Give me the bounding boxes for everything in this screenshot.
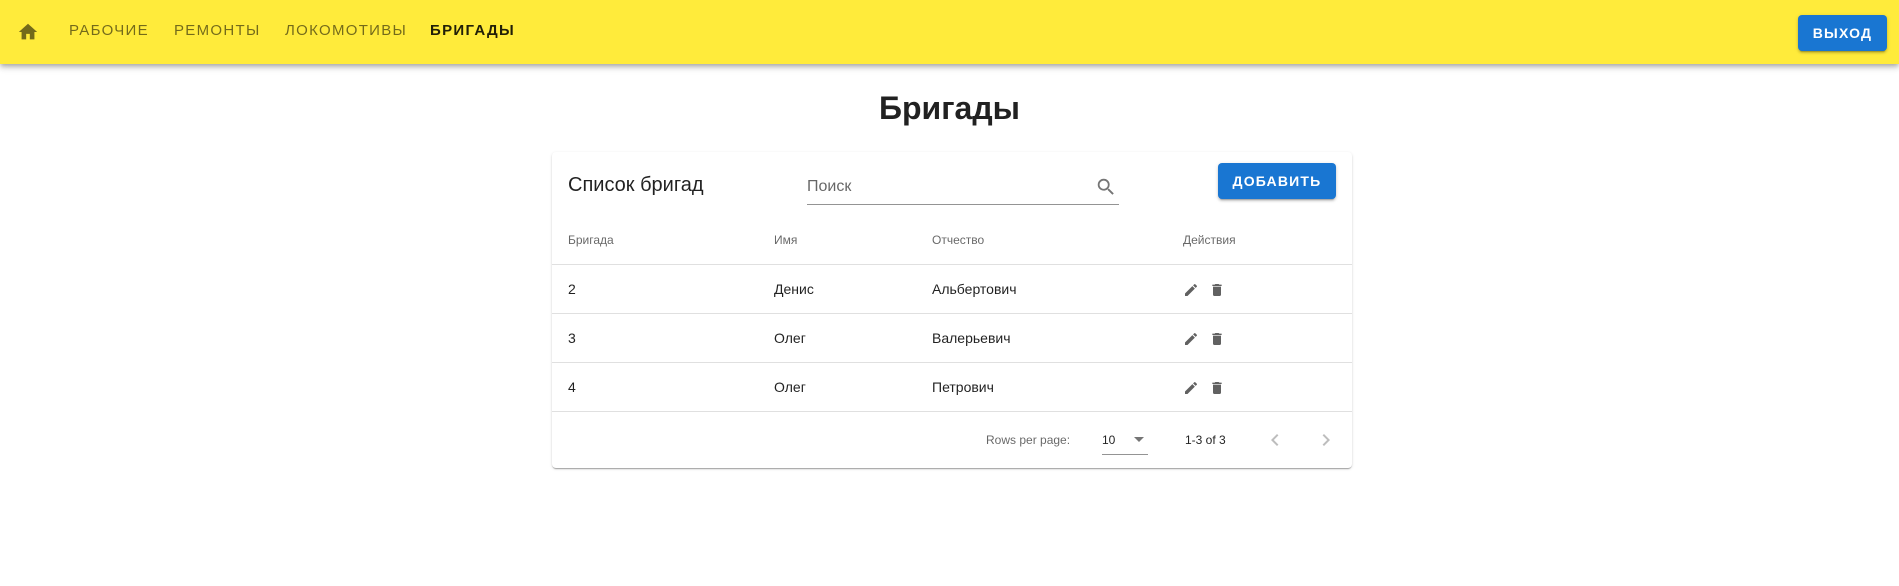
pagination-range: 1-3 of 3 xyxy=(1185,433,1226,447)
table-row: 2 Денис Альбертович xyxy=(552,264,1352,314)
nav-item-workers[interactable]: Рабочие xyxy=(69,22,149,44)
search-input[interactable] xyxy=(807,172,1087,202)
column-header-actions: Действия xyxy=(1183,216,1352,265)
column-header-name[interactable]: Имя xyxy=(774,216,932,265)
page-title: Бригады xyxy=(879,90,1020,126)
cell-name: Олег xyxy=(774,313,932,363)
pencil-icon[interactable] xyxy=(1183,282,1199,298)
add-button[interactable]: Добавить xyxy=(1218,163,1336,199)
cell-brigade: 4 xyxy=(552,362,774,412)
cell-patronymic: Валерьевич xyxy=(932,313,1183,363)
cell-brigade: 3 xyxy=(552,313,774,363)
pencil-icon[interactable] xyxy=(1183,331,1199,347)
chevron-left-icon[interactable] xyxy=(1263,428,1287,452)
cell-name: Олег xyxy=(774,362,932,412)
home-button[interactable] xyxy=(12,16,44,48)
nav-item-brigades[interactable]: Бригады xyxy=(430,22,515,44)
trash-icon[interactable] xyxy=(1209,380,1225,396)
search-icon[interactable] xyxy=(1095,176,1117,198)
chevron-right-icon[interactable] xyxy=(1314,428,1338,452)
card-title: Список бригад xyxy=(568,174,704,196)
brigades-card: Список бригад Добавить Бригада Имя Отчес… xyxy=(552,152,1352,468)
nav-item-repairs[interactable]: Ремонты xyxy=(174,22,261,44)
column-header-brigade[interactable]: Бригада xyxy=(552,216,774,265)
app-bar: Рабочие Ремонты Локомотивы Бригады Выход xyxy=(0,0,1899,64)
rows-per-page-label: Rows per page: xyxy=(986,433,1071,447)
trash-icon[interactable] xyxy=(1209,331,1225,347)
cell-brigade: 2 xyxy=(552,264,774,314)
table-footer: Rows per page: 10 1-3 of 3 xyxy=(552,412,1352,468)
table-row: 4 Олег Петрович xyxy=(552,362,1352,412)
cell-patronymic: Петрович xyxy=(932,362,1183,412)
caret-down-icon xyxy=(1134,437,1144,442)
cell-actions xyxy=(1183,264,1352,314)
pencil-icon[interactable] xyxy=(1183,380,1199,396)
trash-icon[interactable] xyxy=(1209,282,1225,298)
table-header-row: Бригада Имя Отчество Действия xyxy=(552,216,1352,265)
search-field xyxy=(807,172,1119,205)
cell-name: Денис xyxy=(774,264,932,314)
table-row: 3 Олег Валерьевич xyxy=(552,313,1352,363)
rows-per-page-select[interactable]: 10 xyxy=(1102,426,1148,455)
column-header-patronymic[interactable]: Отчество xyxy=(932,216,1183,265)
logout-button[interactable]: Выход xyxy=(1798,15,1887,51)
home-icon xyxy=(18,23,38,40)
brigades-table: Бригада Имя Отчество Действия 2 Денис Ал… xyxy=(552,216,1352,412)
rows-per-page-value: 10 xyxy=(1102,433,1116,447)
cell-patronymic: Альбертович xyxy=(932,264,1183,314)
nav-item-locomotives[interactable]: Локомотивы xyxy=(285,22,407,44)
cell-actions xyxy=(1183,362,1352,412)
cell-actions xyxy=(1183,313,1352,363)
